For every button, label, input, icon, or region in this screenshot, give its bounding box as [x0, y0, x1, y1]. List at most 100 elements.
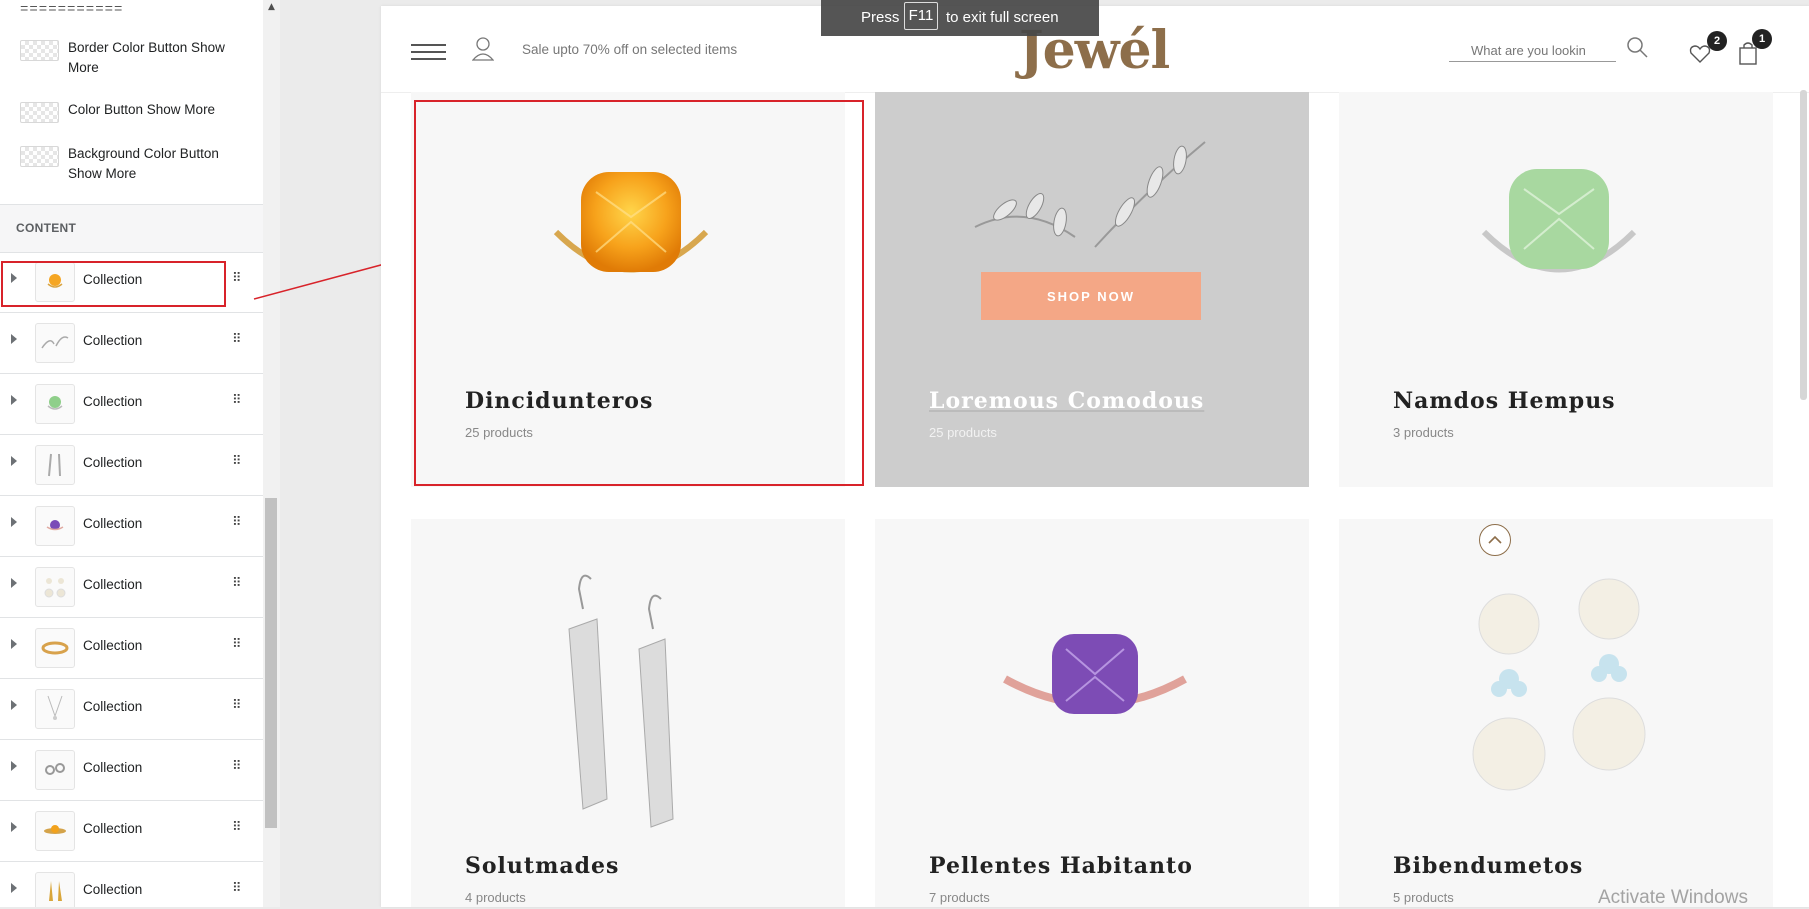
drag-handle-icon[interactable]: ⠿ [232, 393, 241, 408]
collection-block-row[interactable]: Collection ⠿ [0, 374, 263, 435]
collection-label: Collection [83, 760, 143, 775]
collection-thumbnail [35, 811, 75, 851]
collection-thumbnail [35, 506, 75, 546]
collection-thumbnail [35, 323, 75, 363]
drag-handle-icon[interactable]: ⠿ [232, 515, 241, 530]
caret-right-icon[interactable] [11, 883, 17, 893]
purple-ring-image [1003, 634, 1187, 714]
caret-right-icon[interactable] [11, 578, 17, 588]
drag-handle-icon[interactable]: ⠿ [232, 454, 241, 469]
promo-text: Sale upto 70% off on selected items [522, 42, 738, 57]
pearl-earrings-image [1472, 578, 1646, 791]
collection-count: 7 products [929, 890, 990, 905]
wishlist-heart-icon[interactable] [1689, 44, 1711, 69]
color-swatch-transparent[interactable] [20, 40, 59, 61]
drag-handle-icon[interactable]: ⠿ [232, 881, 241, 896]
caret-right-icon[interactable] [11, 456, 17, 466]
collection-thumbnail [35, 567, 75, 607]
collection-thumbnail [35, 750, 75, 790]
collection-block-row[interactable]: Collection ⠿ [0, 740, 263, 801]
storefront-preview: Sale upto 70% off on selected items Jewé… [381, 6, 1809, 907]
content-heading: CONTENT [16, 221, 77, 235]
collection-title[interactable]: Solutmades [465, 853, 619, 879]
selected-section-highlight [414, 100, 864, 486]
collection-card-promo[interactable]: SHOP NOW Loremous Comodous 25 products [875, 92, 1309, 487]
collection-block-row[interactable]: Collection ⠿ [0, 801, 263, 862]
setting-label: Background Color Button Show More [68, 146, 219, 181]
collection-label: Collection [83, 821, 143, 836]
sidebar-scrollbar-thumb[interactable] [265, 498, 277, 828]
silver-leaves-image [974, 141, 1206, 248]
content-section-header: CONTENT [0, 204, 263, 253]
drag-handle-icon[interactable]: ⠿ [232, 759, 241, 774]
setting-background-color-button[interactable]: Background Color Button Show More [20, 144, 243, 184]
shop-now-button[interactable]: SHOP NOW [981, 272, 1201, 320]
drag-handle-icon[interactable]: ⠿ [232, 820, 241, 835]
caret-right-icon[interactable] [11, 700, 17, 710]
collection-label: Collection [83, 516, 143, 531]
chevron-up-icon [1488, 535, 1502, 544]
collection-thumbnail [35, 689, 75, 729]
collection-card[interactable]: Bibendumetos 5 products [1339, 519, 1773, 907]
color-swatch-transparent[interactable] [20, 102, 59, 123]
collection-title[interactable]: Namdos Hempus [1393, 388, 1616, 414]
caret-right-icon[interactable] [11, 822, 17, 832]
windows-activation-watermark: Activate Windows [1598, 887, 1748, 908]
collection-title[interactable]: Pellentes Habitanto [929, 853, 1193, 879]
scroll-up-arrow-icon[interactable]: ▲ [263, 0, 280, 14]
collection-thumbnail [35, 628, 75, 668]
back-to-top-button[interactable] [1479, 524, 1511, 556]
mesh-earrings-image [568, 574, 674, 828]
collection-title[interactable]: Bibendumetos [1393, 853, 1583, 879]
collection-count: 25 products [929, 425, 997, 440]
collection-block-row[interactable]: Collection ⠿ [0, 862, 263, 907]
caret-right-icon[interactable] [11, 395, 17, 405]
search-icon[interactable] [1626, 36, 1648, 63]
selected-block-highlight [1, 261, 226, 307]
caret-right-icon[interactable] [11, 334, 17, 344]
drag-handle-icon[interactable]: ⠿ [232, 271, 241, 286]
hamburger-menu-icon[interactable] [411, 44, 446, 65]
caret-right-icon[interactable] [11, 761, 17, 771]
collection-card[interactable]: Solutmades 4 products [411, 519, 845, 907]
user-account-icon[interactable] [471, 37, 495, 66]
collection-count: 3 products [1393, 425, 1454, 440]
collection-block-row[interactable]: Collection ⠿ [0, 313, 263, 374]
caret-right-icon[interactable] [11, 517, 17, 527]
setting-border-color-button[interactable]: Border Color Button Show More [20, 38, 243, 78]
collection-count: 5 products [1393, 890, 1454, 905]
color-swatch-transparent[interactable] [20, 146, 59, 167]
setting-label: Color Button Show More [68, 102, 216, 117]
caret-right-icon[interactable] [11, 639, 17, 649]
collection-block-row[interactable]: Collection ⠿ [0, 618, 263, 679]
setting-color-button[interactable]: Color Button Show More [20, 100, 243, 123]
collection-label: Collection [83, 882, 143, 897]
collection-block-row[interactable]: Collection ⠿ [0, 557, 263, 618]
drag-handle-icon[interactable]: ⠿ [232, 332, 241, 347]
green-ring-image [1481, 169, 1637, 273]
collection-count: 4 products [465, 890, 526, 905]
collection-block-row[interactable]: Collection ⠿ [0, 435, 263, 496]
collection-label: Collection [83, 455, 143, 470]
drag-handle-icon[interactable]: ⠿ [232, 698, 241, 713]
collection-label: Collection [83, 699, 143, 714]
collection-block-row[interactable]: Collection ⠿ [0, 679, 263, 740]
cart-count-badge: 1 [1752, 29, 1772, 49]
drag-handle-icon[interactable]: ⠿ [232, 637, 241, 652]
preview-scrollbar-thumb[interactable] [1800, 90, 1807, 400]
collection-label: Collection [83, 394, 143, 409]
collection-card[interactable]: Namdos Hempus 3 products [1339, 92, 1773, 487]
collection-label: Collection [83, 577, 143, 592]
collection-card[interactable]: Pellentes Habitanto 7 products [875, 519, 1309, 907]
collection-thumbnail [35, 872, 75, 907]
theme-editor-sidebar: =========== Border Color Button Show Mor… [0, 0, 264, 907]
drag-handle-icon[interactable]: ⠿ [232, 576, 241, 591]
setting-label: Border Color Button Show More [68, 40, 225, 75]
collection-thumbnail [35, 445, 75, 485]
collection-title[interactable]: Loremous Comodous [929, 388, 1204, 414]
fullscreen-key: F11 [904, 2, 938, 30]
collection-block-row[interactable]: Collection ⠿ [0, 496, 263, 557]
collection-thumbnail [35, 384, 75, 424]
search-input[interactable] [1469, 39, 1618, 61]
fullscreen-press-text: Press [861, 9, 900, 26]
